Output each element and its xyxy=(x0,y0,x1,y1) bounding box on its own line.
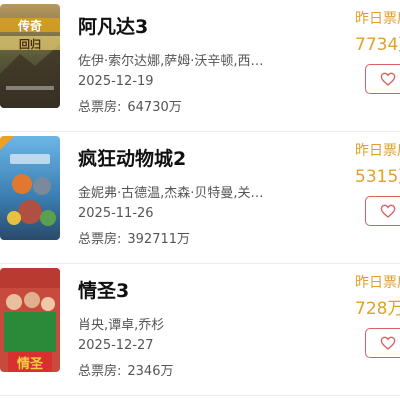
movie-list: 传奇 回归 阿凡达3 佐伊·索尔达娜,萨姆·沃辛顿,西… 2025-12-19 … xyxy=(0,0,400,400)
movie-cast: 金妮弗·古德温,杰森·贝特曼,关… xyxy=(78,186,264,201)
yesterday-box-office-label: 昨日票房 xyxy=(355,11,400,27)
svg-text:传奇: 传奇 xyxy=(17,18,42,33)
total-box-office-label: 总票房: xyxy=(78,232,122,247)
total-box-office-value: 392711万 xyxy=(127,232,191,247)
movie-poster[interactable]: 情圣 xyxy=(0,268,60,372)
yesterday-box-office-value: 728万 xyxy=(355,299,400,319)
total-box-office-value: 64730万 xyxy=(127,100,182,115)
yesterday-box-office-label: 昨日票房 xyxy=(355,143,400,159)
movie-poster[interactable] xyxy=(0,136,60,240)
svg-text:回归: 回归 xyxy=(19,37,41,51)
movie-row[interactable]: 情圣 情圣3 肖央,谭卓,乔杉 2025-12-27 总票房: 2346万 昨日票… xyxy=(0,264,400,396)
release-date: 2025-11-26 xyxy=(78,206,154,221)
total-box-office: 总票房: 64730万 xyxy=(78,96,182,115)
release-date: 2025-12-27 xyxy=(78,338,154,353)
favorite-button[interactable] xyxy=(365,196,400,226)
heart-icon xyxy=(380,72,396,86)
release-date: 2025-12-19 xyxy=(78,74,154,89)
movie-row[interactable]: 传奇 回归 阿凡达3 佐伊·索尔达娜,萨姆·沃辛顿,西… 2025-12-19 … xyxy=(0,0,400,132)
movie-cast: 佐伊·索尔达娜,萨姆·沃辛顿,西… xyxy=(78,54,264,69)
movie-poster[interactable]: 传奇 回归 xyxy=(0,4,60,108)
movie-title: 情圣3 xyxy=(78,280,130,302)
total-box-office-label: 总票房: xyxy=(78,364,122,379)
total-box-office-value: 2346万 xyxy=(127,364,174,379)
total-box-office: 总票房: 2346万 xyxy=(78,360,173,379)
movie-title: 阿凡达3 xyxy=(78,16,149,38)
heart-icon xyxy=(380,336,396,350)
movie-cast: 肖央,谭卓,乔杉 xyxy=(78,318,165,333)
movie-row[interactable]: 疯狂动物城2 金妮弗·古德温,杰森·贝特曼,关… 2025-11-26 总票房:… xyxy=(0,132,400,264)
total-box-office: 总票房: 392711万 xyxy=(78,228,190,247)
favorite-button[interactable] xyxy=(365,64,400,94)
svg-text:情圣: 情圣 xyxy=(17,356,44,372)
yesterday-box-office-label: 昨日票房 xyxy=(355,275,400,291)
movie-title: 疯狂动物城2 xyxy=(78,148,187,170)
heart-icon xyxy=(380,204,396,218)
total-box-office-label: 总票房: xyxy=(78,100,122,115)
favorite-button[interactable] xyxy=(365,328,400,358)
yesterday-box-office-value: 5315万 xyxy=(355,167,400,187)
yesterday-box-office-value: 7734万 xyxy=(355,35,400,55)
